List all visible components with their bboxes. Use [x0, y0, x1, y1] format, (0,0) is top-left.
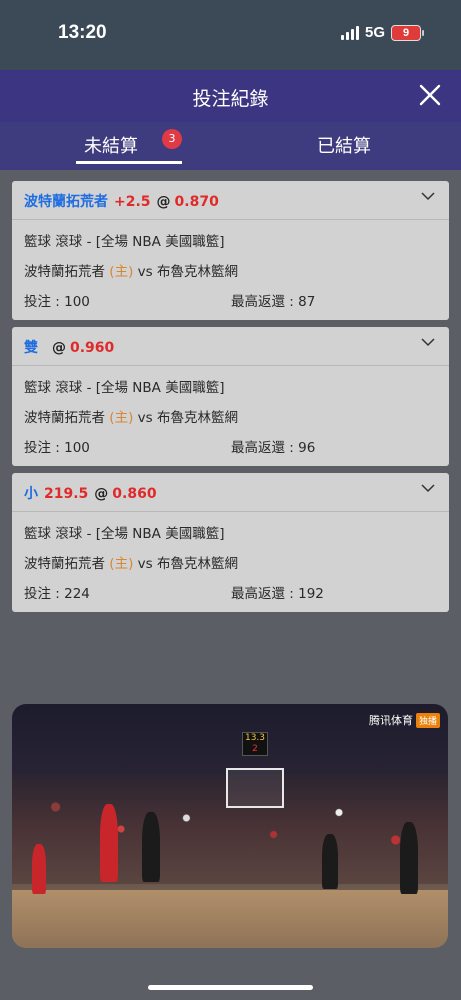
status-indicators: 5G 9 [340, 24, 424, 41]
bet-stake: 投注 : 100 [24, 440, 90, 456]
bet-max-return: 最高返還 : 96 [231, 440, 316, 456]
bet-card[interactable]: 雙 @0.960 籃球 滾球 - [全場 NBA 美國職籃] 波特蘭拓荒者 (主)… [12, 327, 449, 466]
bet-line: 219.5 [44, 486, 89, 502]
broadcaster-logo: 腾讯体育 独播 [369, 712, 440, 728]
bet-odds: 0.870 [174, 194, 219, 210]
bet-max-return: 最高返還 : 192 [231, 586, 324, 602]
shot-clock-time: 13.3 [244, 733, 266, 743]
status-bar: 13:20 5G 9 [0, 0, 461, 70]
home-tag: (主) [109, 410, 134, 426]
tab-bar: 未結算 3 已結算 [0, 122, 461, 170]
live-video-player[interactable]: 13.3 2 腾讯体育 独播 [12, 704, 448, 948]
home-tag: (主) [109, 264, 134, 280]
battery-icon: 9 [391, 24, 424, 41]
home-team: 波特蘭拓荒者 [24, 264, 105, 280]
vs-label: vs [137, 264, 153, 280]
bet-matchup: 波特蘭拓荒者 (主) vs 布魯克林籃網 [24, 552, 238, 572]
player-figure [100, 804, 118, 882]
video-court-floor [12, 890, 448, 948]
vs-label: vs [137, 556, 153, 572]
bet-card[interactable]: 小 219.5 @0.860 籃球 滾球 - [全場 NBA 美國職籃] 波特蘭拓荒… [12, 473, 449, 612]
bet-card-header[interactable]: 雙 @0.960 [12, 327, 449, 366]
bet-card-header[interactable]: 波特蘭拓荒者 +2.5 @0.870 [12, 181, 449, 220]
bet-market: 籃球 滾球 - [全場 NBA 美國職籃] [24, 526, 225, 542]
player-figure [400, 822, 418, 894]
network-label: 5G [364, 24, 385, 41]
active-tab-indicator [76, 161, 182, 164]
bet-line: +2.5 [114, 194, 151, 210]
signal-icon [340, 25, 359, 40]
bet-at: @ [156, 194, 171, 210]
home-team: 波特蘭拓荒者 [24, 556, 105, 572]
shot-clock: 13.3 2 [242, 732, 268, 756]
chevron-down-icon[interactable] [421, 483, 435, 493]
player-figure [142, 812, 160, 882]
bet-card-header[interactable]: 小 219.5 @0.860 [12, 473, 449, 512]
bet-stake: 投注 : 100 [24, 294, 90, 310]
away-team: 布魯克林籃網 [156, 410, 238, 426]
broadcaster-name: 腾讯体育 [368, 714, 413, 727]
close-icon[interactable] [417, 82, 443, 108]
tab-settled[interactable]: 已結算 [317, 132, 371, 158]
bet-matchup: 波特蘭拓荒者 (主) vs 布魯克林籃網 [24, 406, 238, 426]
bet-at: @ [94, 486, 109, 502]
bet-stake: 投注 : 224 [24, 586, 90, 602]
battery-level: 9 [402, 26, 410, 39]
bet-odds: 0.860 [112, 486, 157, 502]
backboard [226, 768, 284, 808]
bet-card[interactable]: 波特蘭拓荒者 +2.5 @0.870 籃球 滾球 - [全場 NBA 美國職籃] 波… [12, 181, 449, 320]
chevron-down-icon[interactable] [421, 191, 435, 201]
away-team: 布魯克林籃網 [156, 264, 238, 280]
home-tag: (主) [109, 556, 134, 572]
status-time: 13:20 [58, 22, 107, 43]
bet-max-return: 最高返還 : 87 [231, 294, 316, 310]
tab-unsettled[interactable]: 未結算 [84, 132, 138, 158]
shot-clock-seconds: 2 [252, 744, 258, 754]
bet-selection: 小 [24, 486, 38, 502]
home-indicator[interactable] [148, 985, 313, 990]
bet-market: 籃球 滾球 - [全場 NBA 美國職籃] [24, 234, 225, 250]
bet-odds: 0.960 [70, 340, 115, 356]
vs-label: vs [137, 410, 153, 426]
bet-selection: 雙 [24, 340, 38, 356]
bet-at: @ [52, 340, 66, 356]
home-team: 波特蘭拓荒者 [24, 410, 105, 426]
player-figure [32, 844, 46, 894]
bet-matchup: 波特蘭拓荒者 (主) vs 布魯克林籃網 [24, 260, 238, 280]
away-team: 布魯克林籃網 [156, 556, 238, 572]
player-figure [322, 834, 338, 889]
unsettled-count-badge: 3 [162, 129, 182, 149]
page-title: 投注紀錄 [192, 88, 269, 110]
exclusive-tag: 独播 [415, 712, 440, 728]
app-header: 投注紀錄 [0, 70, 461, 122]
bet-market: 籃球 滾球 - [全場 NBA 美國職籃] [24, 380, 225, 396]
chevron-down-icon[interactable] [421, 337, 435, 347]
bet-selection: 波特蘭拓荒者 [24, 194, 108, 210]
